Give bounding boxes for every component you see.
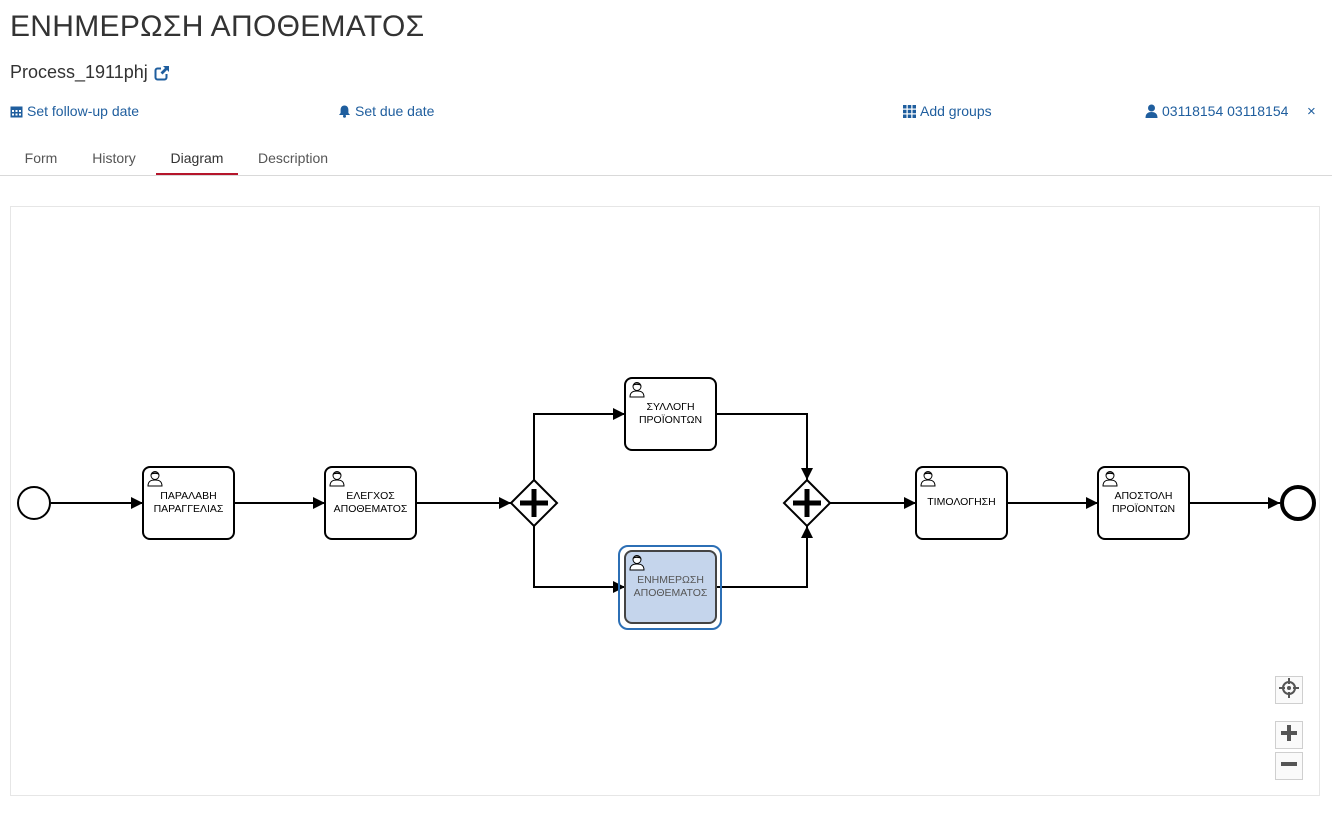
- task-actions: Set follow-up date Set due date Add grou…: [0, 103, 1332, 125]
- set-follow-up-date-button[interactable]: Set follow-up date: [10, 103, 139, 119]
- add-groups-button[interactable]: Add groups: [903, 103, 992, 119]
- external-link-icon[interactable]: [154, 64, 170, 81]
- start-event: [17, 486, 51, 520]
- tab-form[interactable]: Form: [16, 143, 66, 175]
- set-due-date-label: Set due date: [355, 103, 435, 119]
- task-collect-products: [624, 377, 717, 451]
- bpmn-diagram-svg: [17, 377, 1316, 630]
- parallel-gateway-split: [509, 478, 559, 528]
- plus-icon: [1280, 724, 1298, 747]
- parallel-gateway-join: [782, 478, 832, 528]
- task-tabs: Form History Diagram Description: [0, 143, 1332, 176]
- zoom-in-button[interactable]: [1275, 721, 1303, 749]
- minus-icon: [1280, 755, 1298, 778]
- bell-icon: [338, 105, 351, 118]
- calendar-icon: [10, 105, 23, 118]
- grid-icon: [903, 104, 916, 118]
- tab-description[interactable]: Description: [248, 143, 338, 175]
- task-ship-products: [1097, 466, 1190, 540]
- tasklist-page: ΕΝΗΜΕΡΩΣΗ ΑΠΟΘΕΜΑΤΟΣ Process_1911phj Set…: [0, 0, 1332, 823]
- task-receive-order: [142, 466, 235, 540]
- flow-split-to-update: [533, 526, 625, 593]
- assignee-button[interactable]: 03118154 03118154: [1145, 103, 1288, 119]
- process-name: Process_1911phj: [10, 62, 148, 82]
- flow-split-to-collect: [533, 408, 625, 480]
- crosshair-icon: [1279, 677, 1299, 703]
- set-due-date-button[interactable]: Set due date: [338, 103, 434, 119]
- user-icon: [1145, 104, 1158, 118]
- reset-zoom-button[interactable]: [1275, 676, 1303, 704]
- bpmn-diagram-canvas[interactable]: ΠΑΡΑΛΑΒΗ ΠΑΡΑΓΓΕΛΙΑΣ ΕΛΕΓΧΟΣ ΑΠΟΘΕΜΑΤΟΣ …: [10, 206, 1320, 796]
- flow-update-to-join: [716, 526, 813, 588]
- tab-diagram[interactable]: Diagram: [156, 143, 238, 175]
- unclaim-close-icon[interactable]: ×: [1307, 103, 1316, 120]
- task-check-stock: [324, 466, 417, 540]
- zoom-out-button[interactable]: [1275, 752, 1303, 780]
- end-event: [1280, 485, 1316, 521]
- task-invoicing: [915, 466, 1008, 540]
- set-follow-up-date-label: Set follow-up date: [27, 103, 140, 119]
- task-title: ΕΝΗΜΕΡΩΣΗ ΑΠΟΘΕΜΑΤΟΣ: [10, 10, 425, 43]
- tab-history[interactable]: History: [82, 143, 146, 175]
- process-info: Process_1911phj: [10, 62, 170, 83]
- add-groups-label: Add groups: [920, 103, 992, 119]
- task-update-stock-active: [618, 545, 722, 630]
- assignee-label: 03118154 03118154: [1162, 103, 1289, 119]
- flow-collect-to-join: [716, 413, 813, 480]
